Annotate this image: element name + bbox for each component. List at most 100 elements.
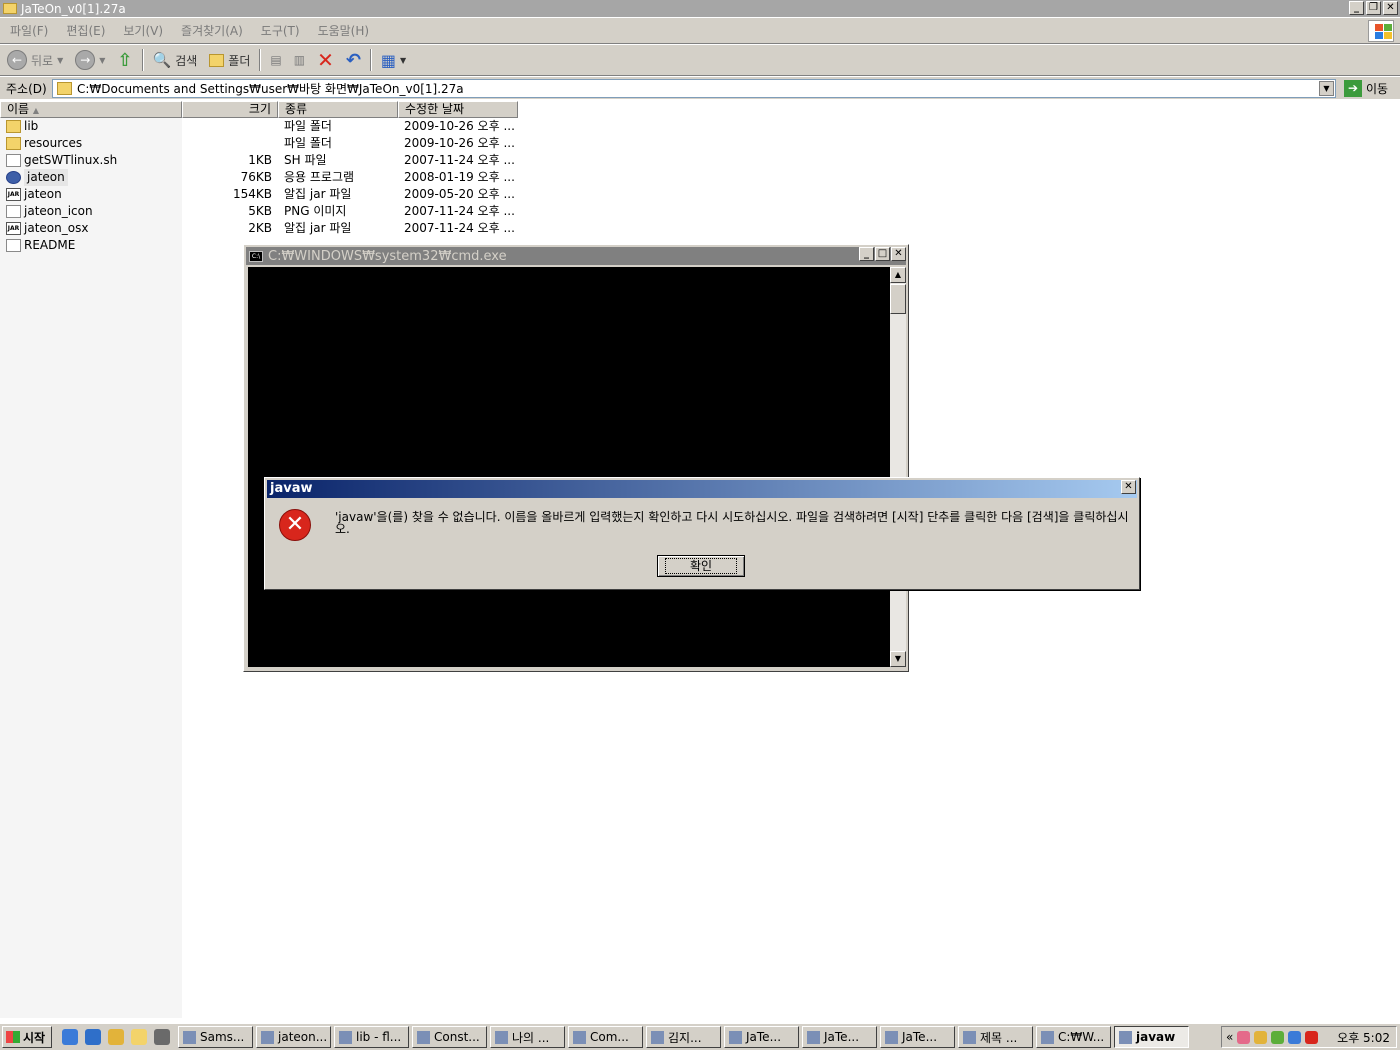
taskbar-button[interactable]: javaw bbox=[1114, 1026, 1189, 1048]
ie-icon[interactable] bbox=[62, 1029, 78, 1045]
error-dialog[interactable]: javaw ✕ ✕ 'javaw'을(를) 찾을 수 없습니다. 이름을 올바르… bbox=[264, 477, 1140, 590]
clock[interactable]: 오후 5:02 bbox=[1337, 1029, 1390, 1046]
scroll-down-icon[interactable]: ▼ bbox=[890, 651, 906, 667]
file-row[interactable]: jateon 76KB 응용 프로그램 2008-01-19 오후 ... bbox=[0, 169, 520, 186]
dialog-titlebar[interactable]: javaw bbox=[267, 480, 1137, 498]
file-row[interactable]: getSWTlinux.sh 1KB SH 파일 2007-11-24 오후 ... bbox=[0, 152, 520, 169]
file-name[interactable]: README bbox=[6, 237, 75, 254]
windows-flag-icon bbox=[6, 1031, 20, 1043]
file-name-label: README bbox=[24, 238, 76, 252]
dialog-close-button[interactable]: ✕ bbox=[1121, 480, 1136, 494]
taskbar-button[interactable]: Com... bbox=[568, 1026, 643, 1048]
start-button[interactable]: 시작 bbox=[2, 1026, 52, 1048]
views-icon: ▦ bbox=[380, 50, 397, 70]
taskbar-button[interactable]: Sams... bbox=[178, 1026, 253, 1048]
menu-file[interactable]: 파일(F) bbox=[10, 22, 48, 39]
media-icon[interactable] bbox=[154, 1029, 170, 1045]
browser-icon[interactable] bbox=[85, 1029, 101, 1045]
up-folder-icon: ⇧ bbox=[117, 49, 133, 71]
back-label: 뒤로 bbox=[31, 53, 54, 68]
task-app-icon bbox=[807, 1030, 820, 1044]
file-row[interactable]: JAR jateon_osx 2KB 알집 jar 파일 2007-11-24 오후 .… bbox=[0, 220, 520, 237]
file-modified: 2007-11-24 오후 ... bbox=[404, 153, 515, 167]
close-button[interactable]: ✕ bbox=[1383, 1, 1398, 15]
file-size: 1KB bbox=[248, 153, 272, 167]
menu-view[interactable]: 보기(V) bbox=[123, 22, 163, 39]
file-row[interactable]: lib 파일 폴더 2009-10-26 오후 ... bbox=[0, 118, 520, 135]
address-input[interactable]: C:₩Documents and Settings₩user₩바탕 화면₩JaT… bbox=[52, 78, 1336, 98]
sort-ascending-icon: ▲ bbox=[32, 106, 40, 115]
explorer-titlebar[interactable]: JaTeOn_v0[1].27a _ ❐ ✕ bbox=[0, 0, 1400, 17]
taskbar-button[interactable]: 제목 ... bbox=[958, 1026, 1033, 1048]
forward-button[interactable]: → ▼ bbox=[72, 48, 108, 72]
file-row[interactable]: jateon_icon 5KB PNG 이미지 2007-11-24 오후 ... bbox=[0, 203, 520, 220]
ok-label: 확인 bbox=[664, 558, 738, 574]
tray-messenger-icon[interactable] bbox=[1254, 1030, 1268, 1044]
tray-alert-icon[interactable] bbox=[1305, 1030, 1319, 1044]
dialog-title: javaw bbox=[270, 481, 313, 496]
column-header-modified[interactable]: 수정한 날짜 bbox=[398, 101, 518, 118]
tray-app-icon[interactable] bbox=[1237, 1030, 1251, 1044]
file-row[interactable]: resources 파일 폴더 2009-10-26 오후 ... bbox=[0, 135, 520, 152]
messenger-icon[interactable] bbox=[108, 1029, 124, 1045]
task-label: 제목 ... bbox=[980, 1030, 1018, 1045]
cmd-titlebar[interactable]: C:\ C:₩WINDOWS₩system32₩cmd.exe bbox=[246, 247, 906, 265]
taskbar-button[interactable]: Const... bbox=[412, 1026, 487, 1048]
taskbar-button[interactable]: C:₩W... bbox=[1036, 1026, 1111, 1048]
tray-expand-icon[interactable]: « bbox=[1226, 1030, 1233, 1044]
restore-button[interactable]: ❐ bbox=[1366, 1, 1381, 15]
vertical-scrollbar[interactable]: ▲ ▼ bbox=[890, 267, 906, 667]
menu-help[interactable]: 도움말(H) bbox=[318, 22, 370, 39]
column-header-name[interactable]: 이름 ▲ bbox=[0, 101, 182, 118]
up-folder-button[interactable]: ⇧ bbox=[114, 48, 135, 72]
file-type: SH 파일 bbox=[284, 153, 327, 167]
cmd-close-button[interactable]: ✕ bbox=[891, 247, 906, 261]
file-size: 154KB bbox=[232, 187, 272, 201]
taskbar-button[interactable]: jateon... bbox=[256, 1026, 331, 1048]
chevron-down-icon[interactable]: ▼ bbox=[1319, 80, 1334, 96]
file-name[interactable]: resources bbox=[6, 135, 82, 152]
file-type: PNG 이미지 bbox=[284, 204, 347, 218]
task-label: 김지... bbox=[668, 1030, 702, 1045]
column-name-label: 이름 bbox=[7, 102, 30, 116]
console-output[interactable] bbox=[248, 267, 890, 667]
file-name-label: lib bbox=[24, 119, 39, 133]
menu-tools[interactable]: 도구(T) bbox=[261, 22, 300, 39]
error-icon: ✕ bbox=[279, 509, 311, 541]
copy-to-button[interactable]: ▥ bbox=[291, 48, 308, 72]
column-header-type[interactable]: 종류 bbox=[278, 101, 398, 118]
scroll-up-icon[interactable]: ▲ bbox=[890, 267, 906, 283]
folders-button[interactable]: 폴더 bbox=[206, 48, 253, 72]
move-to-button[interactable]: ▤ bbox=[267, 48, 284, 72]
address-path: C:₩Documents and Settings₩user₩바탕 화면₩JaT… bbox=[77, 81, 464, 96]
cmd-maximize-button[interactable]: □ bbox=[875, 247, 890, 261]
cmd-minimize-button[interactable]: _ bbox=[859, 247, 874, 261]
taskbar-button[interactable]: 나의 ... bbox=[490, 1026, 565, 1048]
undo-button[interactable]: ↶ bbox=[343, 48, 364, 72]
taskbar-button[interactable]: lib - fl... bbox=[334, 1026, 409, 1048]
minimize-button[interactable]: _ bbox=[1349, 1, 1364, 15]
search-button[interactable]: 🔍 검색 bbox=[150, 48, 201, 72]
chevron-down-icon[interactable]: ▼ bbox=[99, 56, 105, 65]
menu-edit[interactable]: 편집(E) bbox=[66, 22, 105, 39]
taskbar-button[interactable]: JaTe... bbox=[724, 1026, 799, 1048]
menu-favorites[interactable]: 즐겨찾기(A) bbox=[181, 22, 243, 39]
scroll-thumb[interactable] bbox=[890, 284, 906, 314]
file-row[interactable]: JAR jateon 154KB 알집 jar 파일 2009-05-20 오후 ... bbox=[0, 186, 520, 203]
delete-button[interactable]: ✕ bbox=[314, 48, 337, 72]
taskbar-button[interactable]: 김지... bbox=[646, 1026, 721, 1048]
folder-icon[interactable] bbox=[131, 1029, 147, 1045]
taskbar-button[interactable]: JaTe... bbox=[880, 1026, 955, 1048]
views-button[interactable]: ▦ ▼ bbox=[378, 48, 409, 72]
cmd-window[interactable]: C:\ C:₩WINDOWS₩system32₩cmd.exe _ □ ✕ ▲ … bbox=[243, 244, 909, 672]
file-name[interactable]: lib bbox=[6, 118, 38, 135]
column-header-size[interactable]: 크기 bbox=[182, 101, 278, 118]
taskbar-button[interactable]: JaTe... bbox=[802, 1026, 877, 1048]
go-button[interactable]: ➔ 이동 bbox=[1344, 79, 1388, 97]
chevron-down-icon[interactable]: ▼ bbox=[57, 56, 63, 65]
folders-label: 폴더 bbox=[228, 53, 251, 68]
tray-network-icon[interactable] bbox=[1288, 1030, 1302, 1044]
ok-button[interactable]: 확인 bbox=[657, 555, 745, 577]
back-button[interactable]: ← 뒤로 ▼ bbox=[4, 48, 66, 72]
tray-chat-icon[interactable] bbox=[1271, 1030, 1285, 1044]
